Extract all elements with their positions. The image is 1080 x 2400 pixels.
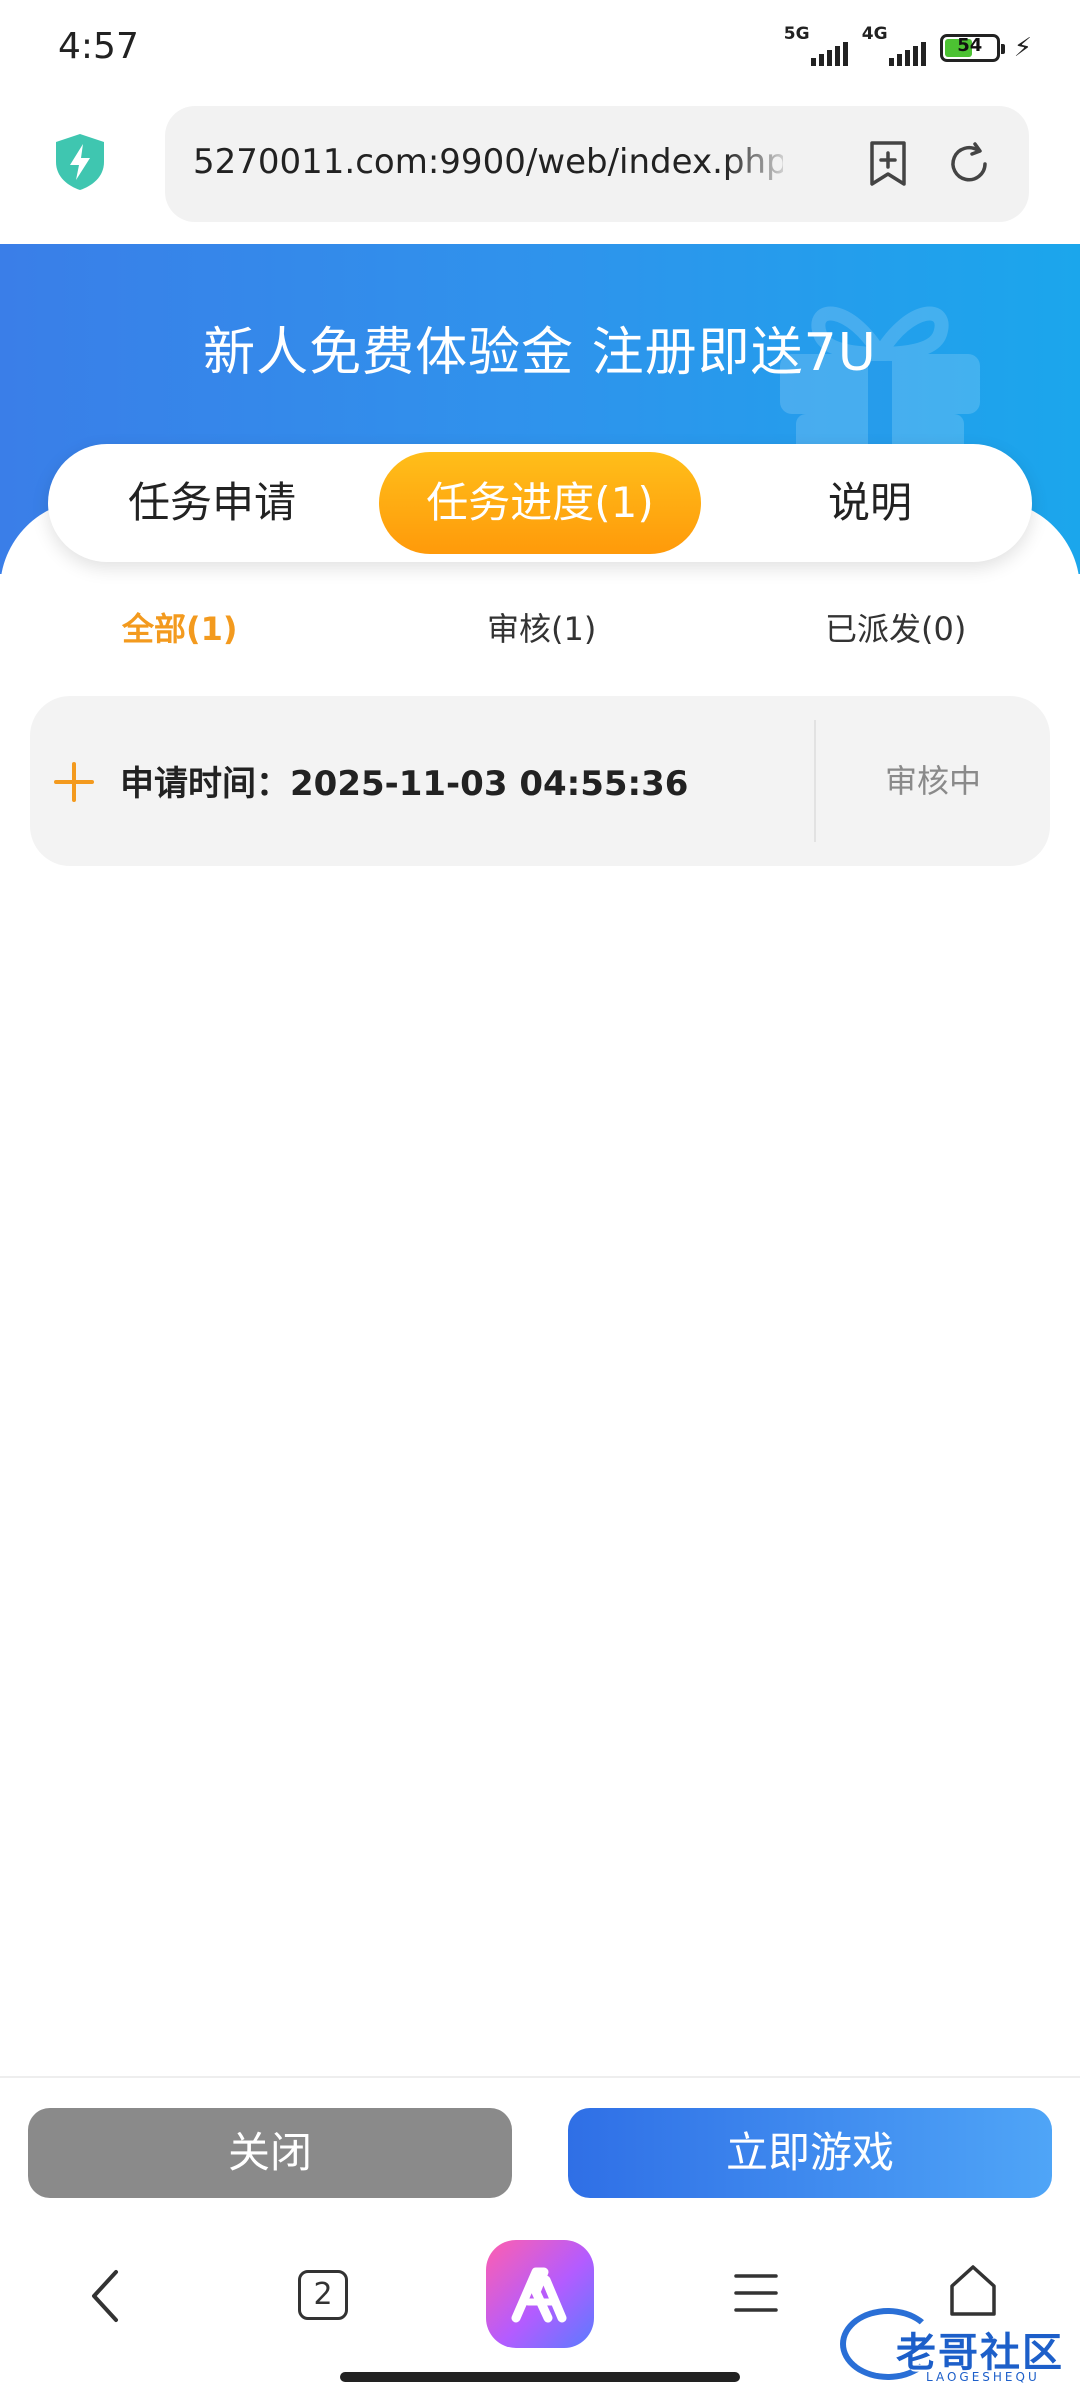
divider (0, 2076, 1080, 2078)
bookmark-add-icon[interactable] (865, 140, 911, 188)
signal-5g-icon: 5G (784, 24, 848, 68)
main-tabs: 任务申请 任务进度(1) 说明 (48, 444, 1032, 562)
tab-count: 2 (313, 2277, 333, 2312)
browser-toolbar: 5270011.com:9900/web/index.php (0, 96, 1080, 244)
tab-instructions[interactable]: 说明 (720, 452, 1020, 554)
tab-task-progress[interactable]: 任务进度(1) (379, 452, 701, 554)
battery-icon: 54 (939, 34, 1005, 62)
address-bar[interactable]: 5270011.com:9900/web/index.php (165, 106, 1029, 222)
subtab-review[interactable]: 审核(1) (487, 604, 596, 650)
shield-icon[interactable] (52, 132, 108, 192)
signal-4g-icon: 4G (862, 24, 926, 68)
network-label-5g: 5G (783, 24, 810, 44)
play-now-button[interactable]: 立即游戏 (568, 2108, 1052, 2198)
signal-bars (810, 42, 848, 66)
back-icon[interactable] (86, 2266, 126, 2326)
banner-title: 新人免费体验金 注册即送7U (203, 323, 877, 383)
subtab-dispatched[interactable]: 已派发(0) (825, 604, 966, 650)
apply-time-label: 申请时间：2025-11-03 04:55:36 (120, 764, 689, 804)
signal-bars (888, 42, 926, 66)
tab-task-apply[interactable]: 任务申请 (62, 452, 362, 554)
status-badge: 审核中 (884, 762, 981, 800)
watermark-logo: 老哥社区 LAOGESHEQU (840, 2300, 1070, 2390)
home-indicator[interactable] (340, 2372, 740, 2382)
url-text[interactable]: 5270011.com:9900/web/index.php (193, 142, 783, 182)
tabs-icon[interactable]: 2 (298, 2270, 348, 2320)
refresh-icon[interactable] (945, 140, 993, 188)
close-button[interactable]: 关闭 (28, 2108, 512, 2198)
expand-plus-icon[interactable] (54, 762, 94, 802)
ai-logo-icon (511, 2267, 567, 2323)
record-item[interactable]: 申请时间：2025-11-03 04:55:36 审核中 (30, 696, 1050, 866)
url-fade (725, 126, 795, 196)
status-bar: 4:57 5G 4G 54 ⚡ (0, 0, 1080, 96)
watermark-subtext: LAOGESHEQU (926, 2370, 1040, 2384)
charging-icon: ⚡ (1013, 33, 1032, 63)
status-icons: 5G 4G 54 ⚡ (784, 24, 1032, 68)
subtab-all[interactable]: 全部(1) (122, 604, 238, 650)
status-time: 4:57 (58, 26, 139, 67)
assistant-app-icon[interactable] (486, 2240, 594, 2348)
network-label-4g: 4G (861, 24, 888, 44)
battery-level: 54 (957, 35, 983, 56)
menu-icon[interactable] (732, 2270, 780, 2316)
